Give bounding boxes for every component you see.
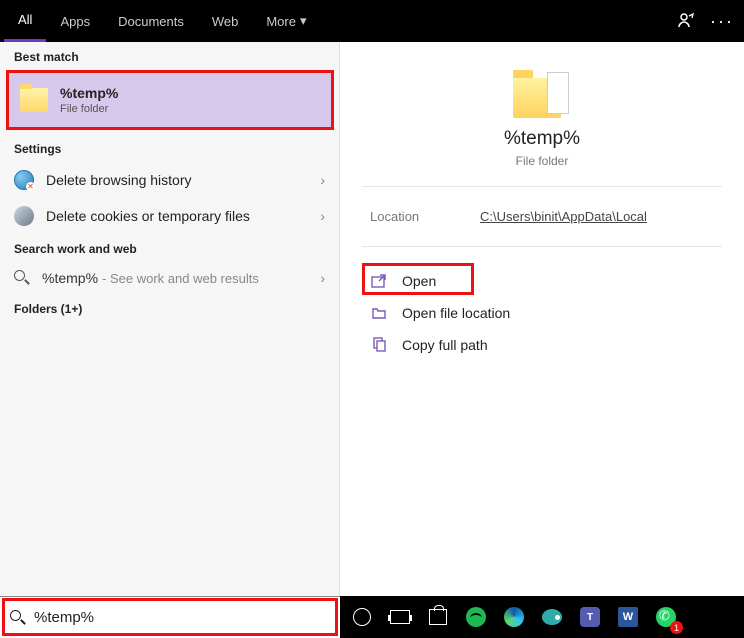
section-best-match: Best match [0, 42, 339, 70]
whatsapp-icon[interactable]: 1 [649, 600, 683, 634]
section-folders[interactable]: Folders (1+) [0, 294, 339, 322]
action-open[interactable]: Open [340, 265, 744, 297]
search-icon [10, 610, 26, 626]
location-path[interactable]: C:\Users\binit\AppData\Local [480, 209, 647, 224]
open-location-icon [370, 304, 388, 322]
taskbar: T W 1 [0, 596, 744, 638]
folder-icon-large [513, 72, 571, 118]
tab-all[interactable]: All [4, 0, 46, 42]
chevron-down-icon: ▾ [300, 13, 307, 29]
copy-path-icon [370, 336, 388, 354]
tab-web[interactable]: Web [198, 0, 253, 42]
feedback-user-icon[interactable] [668, 0, 704, 42]
best-match-result[interactable]: %temp% File folder [6, 72, 333, 128]
paint-icon[interactable] [535, 600, 569, 634]
section-web: Search work and web [0, 234, 339, 262]
microsoft-store-icon[interactable] [421, 600, 455, 634]
section-settings: Settings [0, 134, 339, 162]
spotify-icon[interactable] [459, 600, 493, 634]
folder-icon [20, 88, 48, 112]
taskview-icon[interactable] [383, 600, 417, 634]
notification-badge: 1 [670, 621, 683, 634]
search-icon [14, 270, 30, 286]
action-open-location[interactable]: Open file location [340, 297, 744, 329]
open-icon [370, 272, 388, 290]
preview-subtitle: File folder [340, 154, 744, 168]
chevron-right-icon: › [320, 208, 325, 224]
word-icon[interactable]: W [611, 600, 645, 634]
search-filter-bar: All Apps Documents Web More▾ ··· [0, 0, 744, 42]
tab-more[interactable]: More▾ [252, 0, 320, 42]
preview-title: %temp% [340, 128, 744, 150]
eraser-icon [14, 206, 34, 226]
location-label: Location [370, 209, 480, 224]
preview-panel: %temp% File folder Location C:\Users\bin… [340, 42, 744, 596]
divider [362, 186, 722, 187]
search-input[interactable] [34, 609, 330, 626]
cortana-icon[interactable] [345, 600, 379, 634]
tab-apps[interactable]: Apps [46, 0, 104, 42]
results-panel: Best match %temp% File folder Settings D… [0, 42, 340, 596]
chevron-right-icon: › [320, 270, 325, 286]
best-match-subtitle: File folder [60, 103, 118, 115]
taskbar-search[interactable] [0, 596, 340, 638]
best-match-title: %temp% [60, 85, 118, 101]
more-options-icon[interactable]: ··· [704, 0, 740, 42]
setting-delete-cookies[interactable]: Delete cookies or temporary files › [0, 198, 339, 234]
teams-icon[interactable]: T [573, 600, 607, 634]
chevron-right-icon: › [320, 172, 325, 188]
edge-icon[interactable] [497, 600, 531, 634]
web-search-result[interactable]: %temp% - See work and web results › [0, 262, 339, 294]
tab-documents[interactable]: Documents [104, 0, 198, 42]
globe-delete-icon [14, 170, 34, 190]
action-copy-path[interactable]: Copy full path [340, 329, 744, 361]
setting-delete-history[interactable]: Delete browsing history › [0, 162, 339, 198]
divider [362, 246, 722, 247]
